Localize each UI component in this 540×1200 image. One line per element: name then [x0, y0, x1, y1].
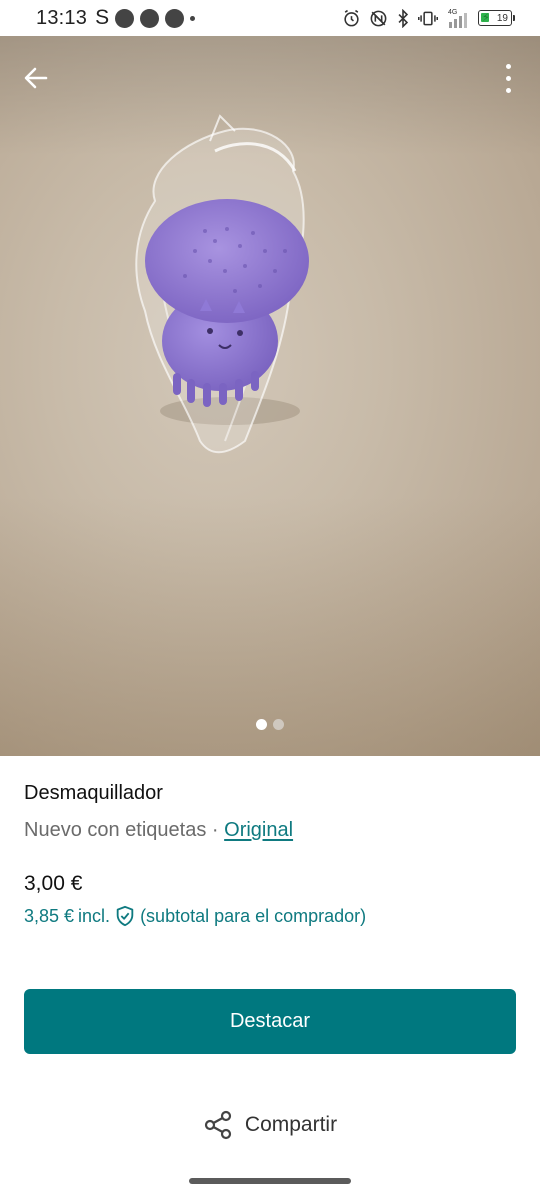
separator-dot: · — [211, 819, 219, 841]
battery-level: 19 — [496, 12, 508, 24]
share-label: Compartir — [244, 1113, 338, 1136]
shield-check-icon — [116, 905, 134, 927]
product-photo-carousel[interactable] — [0, 36, 540, 756]
carousel-pager — [0, 719, 540, 730]
share-button[interactable]: Compartir — [0, 1105, 540, 1145]
notification-dot-icon — [165, 8, 185, 28]
buyer-price-incl: incl. — [78, 905, 111, 926]
bluetooth-icon — [398, 8, 409, 28]
home-indicator[interactable] — [189, 1178, 351, 1184]
item-price: 3,00 € — [24, 872, 83, 895]
notification-dot-icon — [140, 8, 160, 28]
signal-icon: 4G — [448, 9, 467, 28]
alarm-icon — [344, 9, 359, 26]
item-condition: Nuevo con etiquetas — [24, 819, 207, 841]
more-notifications-icon — [190, 15, 196, 21]
pager-dot[interactable] — [273, 719, 284, 730]
pager-dot-active[interactable] — [256, 719, 267, 730]
vibrate-icon — [418, 11, 438, 25]
brand-link[interactable]: Original — [224, 819, 293, 841]
item-title: Desmaquillador — [24, 782, 163, 804]
share-icon — [204, 1110, 232, 1140]
item-subline: Nuevo con etiquetas · Original — [24, 819, 516, 842]
buyer-price-note: (subtotal para el comprador) — [140, 905, 367, 926]
notification-dot-icon — [115, 8, 135, 28]
back-button[interactable] — [18, 60, 54, 96]
nfc-off-icon — [370, 10, 387, 26]
destacar-button[interactable]: Destacar — [24, 989, 516, 1054]
status-right: 4G ⚡ 19 — [342, 7, 515, 29]
product-photo — [135, 114, 309, 454]
battery-icon: ⚡ 19 — [478, 10, 515, 26]
more-vertical-icon — [505, 75, 511, 81]
more-options-button[interactable] — [498, 60, 518, 96]
status-time: 13:13 — [36, 6, 88, 29]
carrier-letter: S — [95, 6, 110, 29]
listing-details: Desmaquillador Nuevo con etiquetas · Ori… — [24, 782, 516, 927]
buyer-price-row[interactable]: 3,85 € incl. (subtotal para el comprador… — [24, 905, 516, 927]
status-left: 13:13 S — [36, 6, 196, 30]
svg-text:4G: 4G — [448, 9, 457, 16]
charging-icon: ⚡ — [482, 12, 490, 24]
arrow-left-icon — [24, 67, 48, 89]
photo-bottom-shade — [0, 496, 540, 756]
more-vertical-icon — [505, 63, 511, 69]
more-vertical-icon — [505, 87, 511, 93]
status-bar: 13:13 S 4G ⚡ 19 — [0, 0, 540, 36]
buyer-price: 3,85 € — [24, 905, 75, 926]
